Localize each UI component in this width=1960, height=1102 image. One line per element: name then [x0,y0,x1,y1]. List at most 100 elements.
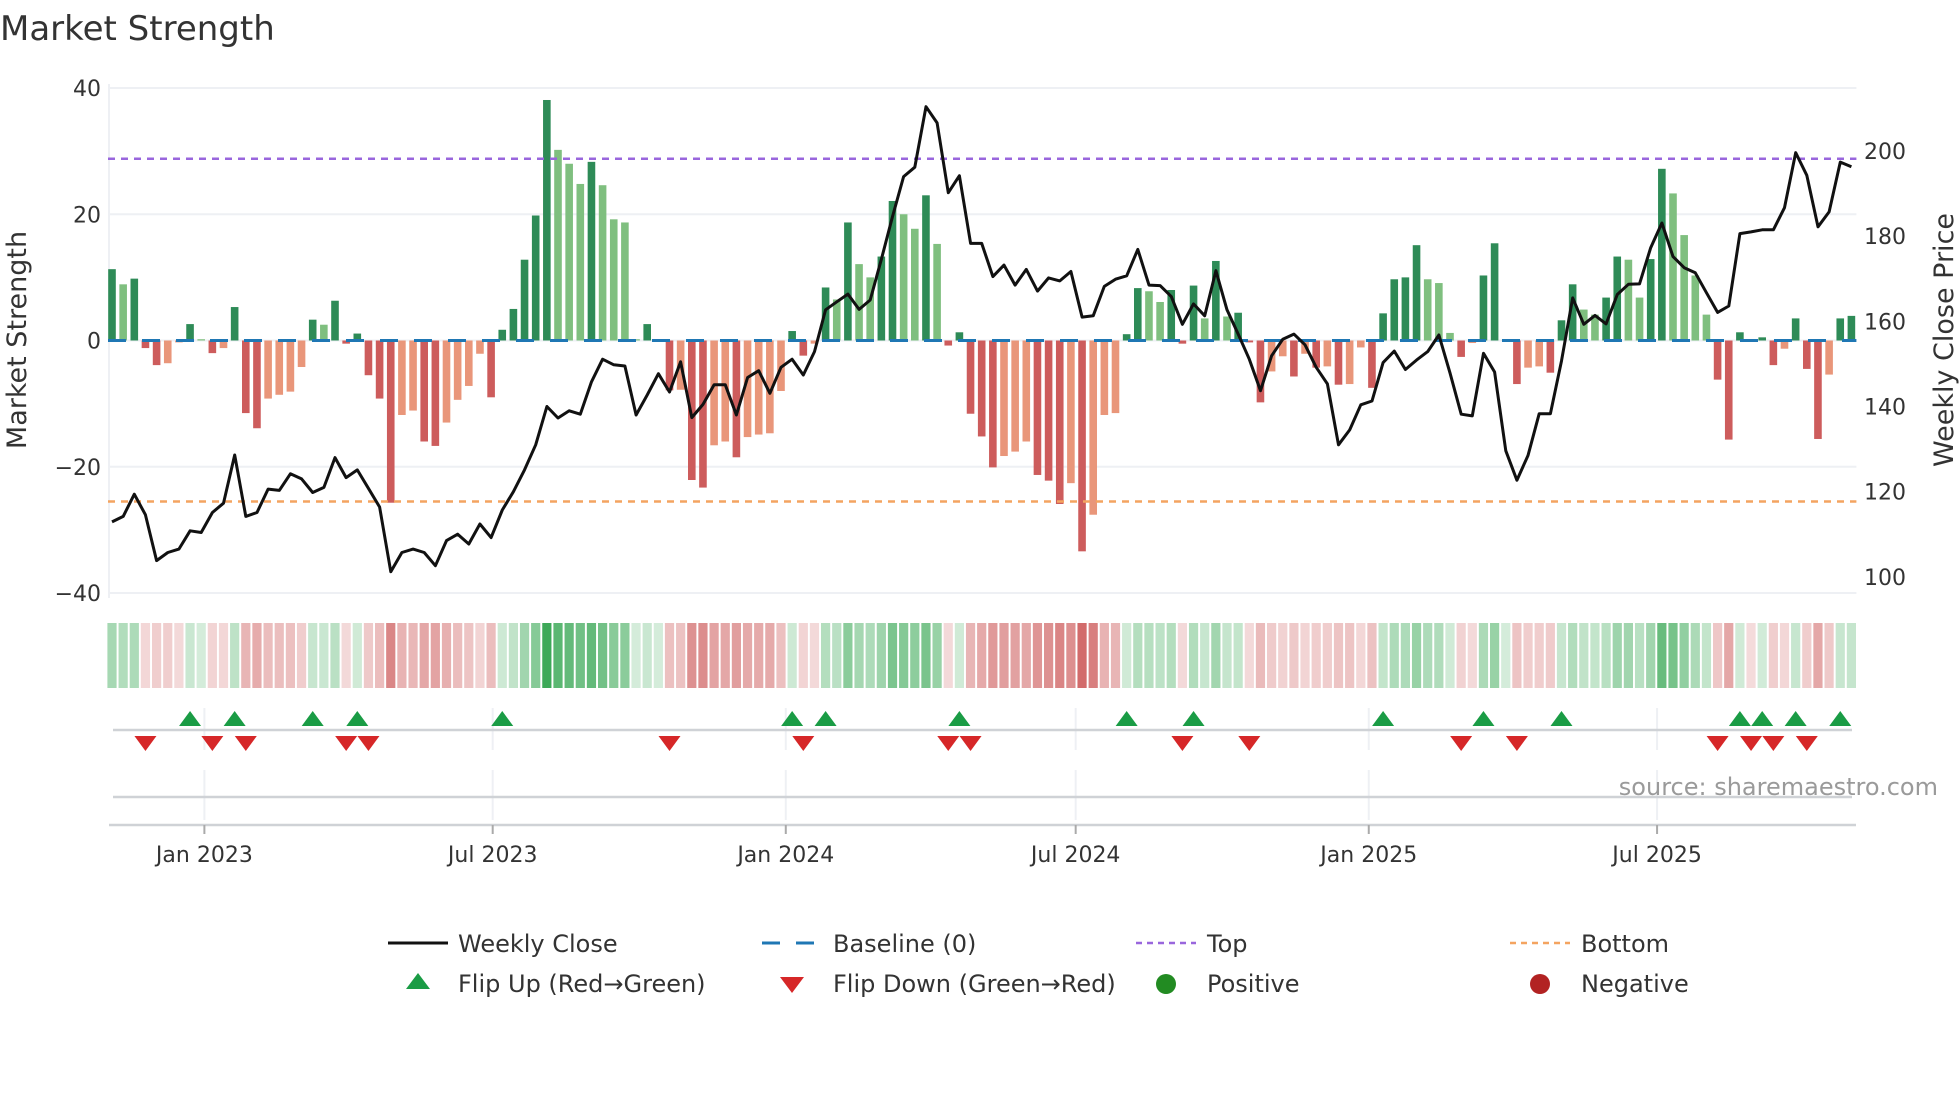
strength-bar [1658,168,1666,341]
strip-cell [430,623,440,688]
strength-bar [253,340,261,429]
strength-bar [1390,279,1399,341]
strip-cell [1166,623,1176,688]
x-tick-label: Jan 2023 [154,843,253,868]
y2-tick-label: 160 [1864,310,1906,335]
legend-item-flip-up[interactable]: Flip Up (Red→Green) [406,970,706,998]
strength-bar [1535,340,1543,367]
legend-item-bottom[interactable]: Bottom [1510,930,1669,958]
strip-cell [832,623,842,688]
strip-cell [854,623,864,688]
strength-bar [598,185,607,341]
x-tick-label: Jul 2023 [446,843,538,868]
strength-bar [130,278,139,341]
strength-bar [799,340,808,356]
y-tick-label: 0 [87,330,101,355]
strip-cell [1389,623,1399,688]
strip-cell [609,623,619,688]
strip-cell [453,623,463,688]
strip-cell [386,623,396,688]
legend-item-baseline[interactable]: Baseline (0) [762,930,976,958]
strip-cell [1010,623,1020,688]
strength-bar [1334,340,1343,385]
strip-cell [375,623,385,688]
strength-bar [487,340,495,398]
strip-cell [1824,623,1834,688]
strength-bar [1624,259,1633,341]
strip-cell [1512,623,1522,688]
x-axis-ticks: Jan 2023 Jul 2023 Jan 2024 Jul 2024 Jan 2025… [154,825,1702,868]
strength-bar [242,340,250,414]
strength-bar [1847,315,1856,341]
strip-cell [230,623,240,688]
y2-tick-label: 200 [1864,140,1906,165]
strip-cell [642,623,652,688]
strip-cell [1267,623,1277,688]
legend-item-weekly-close[interactable]: Weekly Close [388,930,618,958]
flip-up-marker [491,711,514,726]
strip-cell [218,623,229,688]
legend-label: Bottom [1581,930,1669,958]
strip-cell [598,623,608,688]
legend-item-negative[interactable]: Negative [1530,970,1689,998]
flip-up-marker [1182,711,1205,726]
strip-cell [1177,623,1187,688]
strip-cell [1724,623,1734,688]
strip-cell [921,623,931,688]
strip-cell [564,623,574,688]
strength-bar [977,340,986,437]
flip-up-marker [1115,711,1138,726]
triangle-up-icon [406,973,430,989]
legend-item-positive[interactable]: Positive [1156,970,1300,998]
y-axis-title: Market Strength [2,231,33,449]
strength-bar [1814,340,1822,439]
strength-bar [699,340,707,488]
strip-cell [620,623,630,688]
strip-cell [1501,623,1511,688]
strength-bar [1524,340,1532,368]
strength-bar [230,307,239,341]
strip-cell [1735,623,1745,688]
strength-bar [754,340,763,435]
strength-bar [587,161,596,341]
strip-cell [742,623,753,688]
strip-cell [1066,623,1076,688]
strip-cell [1233,623,1243,688]
strength-bar [286,340,295,392]
strength-bar [453,340,462,400]
strip-cell [1523,623,1533,688]
strip-cell [330,623,340,688]
strength-bar [420,340,428,442]
strip-cell [932,623,942,688]
strip-cell [1155,623,1165,688]
strength-bar [375,340,384,399]
strength-bar [1323,340,1332,367]
strength-bar [911,228,919,341]
strip-cell [1846,623,1856,688]
flip-down-marker [792,736,815,751]
strength-bar [1256,340,1265,403]
strip-cell [363,623,374,688]
strength-bar [1724,340,1733,440]
strip-cell [988,623,998,688]
strength-bar [1290,340,1298,377]
legend: Weekly Close Baseline (0) Top Bottom Fli… [388,930,1689,998]
strength-bar [1368,340,1376,388]
strength-bar [989,340,997,468]
legend-item-flip-down[interactable]: Flip Down (Green→Red) [780,970,1116,998]
strength-bar [1479,275,1488,341]
strip-cell [475,623,485,688]
flip-up-marker [781,711,804,726]
strength-bar [1044,340,1053,481]
strip-cell [899,623,909,688]
strip-cell [419,623,429,688]
strip-cell [1255,623,1266,688]
strength-bar [409,340,417,411]
legend-item-top[interactable]: Top [1136,930,1248,958]
strength-bar [197,339,205,341]
strip-cell [1456,623,1466,688]
strength-bar [1145,291,1153,341]
flip-down-marker [1762,736,1785,751]
strength-bar [1022,340,1031,442]
flip-up-marker [179,711,202,726]
